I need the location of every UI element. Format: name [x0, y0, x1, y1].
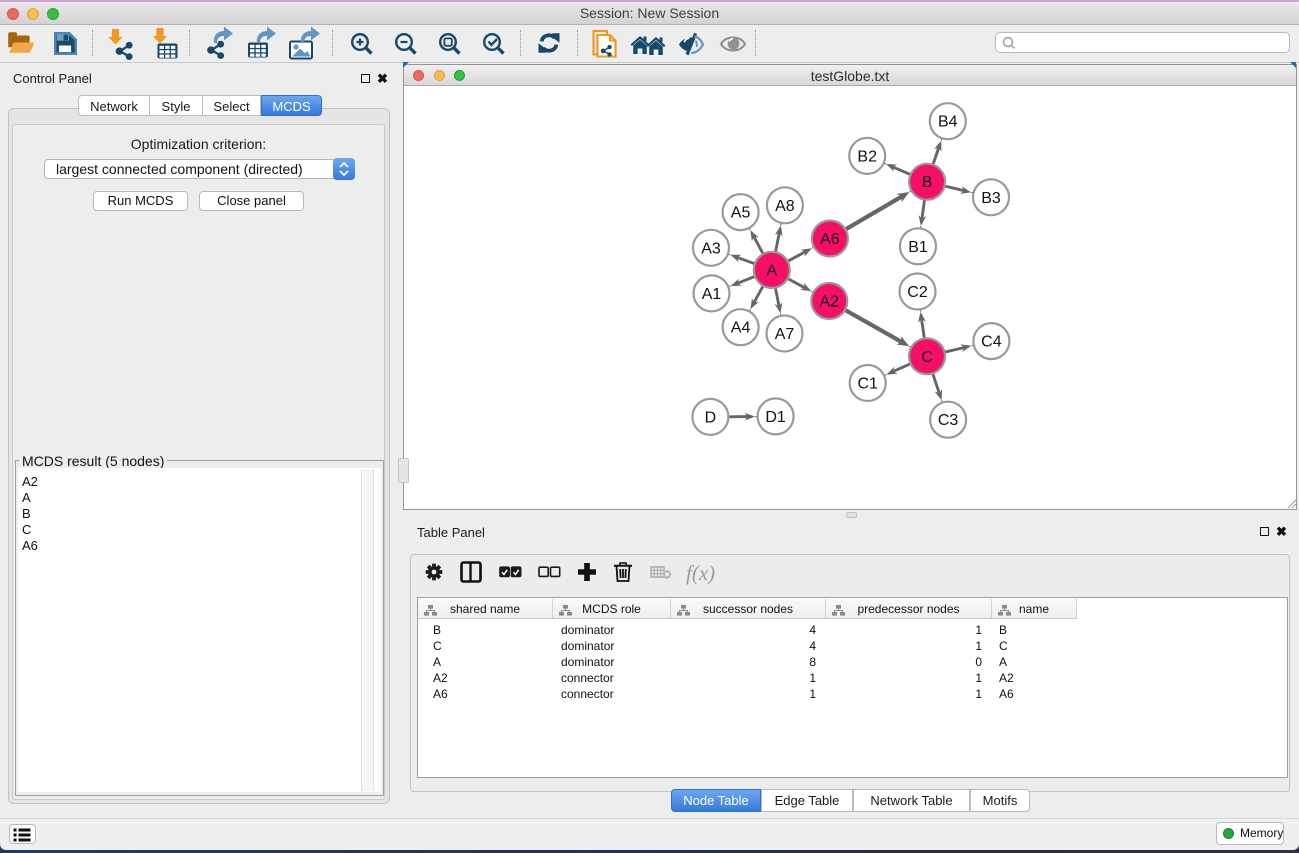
svg-text:f(x): f(x) [686, 561, 715, 585]
